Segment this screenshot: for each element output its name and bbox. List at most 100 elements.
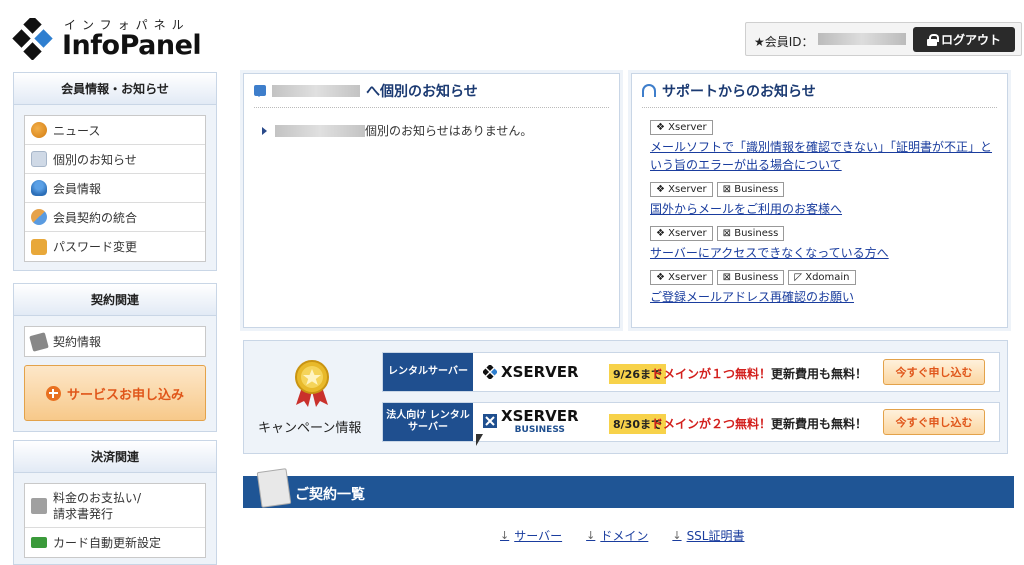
logo-name: InfoPanel	[62, 30, 202, 61]
brand-wrapper: XSERVER BUSINESS	[501, 407, 579, 435]
brand-name: XSERVER	[501, 363, 579, 381]
member-name-redacted	[272, 84, 360, 97]
campaign-panel: キャンペーン情報 レンタルサーバー XSERVER 9/26まで ドメインが１つ…	[243, 340, 1008, 454]
campaign-promo: ドメインが１つ無料！更新費用も無料！	[651, 365, 867, 382]
support-item: ❖ Xserver ⊠ Business ◸ Xdomain ご登録メールアドレ…	[650, 270, 1007, 306]
payment-label-line1: 料金のお支払い/	[53, 490, 142, 505]
member-id-box: ★会員ID： ログアウト	[745, 22, 1022, 56]
sidebar-item-label: カード自動更新設定	[53, 536, 162, 550]
support-link[interactable]: 国外からメールをご利用のお客様へ	[650, 200, 1000, 218]
payment-icon	[31, 497, 47, 514]
sidebar-item-payment[interactable]: 料金のお支払い/ 請求書発行	[25, 484, 205, 528]
service-apply-label: サービスお申し込み	[66, 387, 184, 403]
tag-xserver: ❖ Xserver	[650, 270, 713, 285]
contract-list-header: ご契約一覧	[243, 468, 1014, 508]
headset-icon	[642, 84, 656, 97]
sidebar-list: 料金のお支払い/ 請求書発行 カード自動更新設定	[24, 483, 206, 558]
brand-name: XSERVER	[501, 407, 579, 425]
logo-diamond-icon	[12, 18, 53, 60]
logout-label: ログアウト	[940, 33, 1001, 47]
sidebar-item-label: パスワード変更	[53, 240, 138, 254]
chat-icon	[254, 85, 266, 97]
service-apply-button[interactable]: サービスお申し込み	[24, 365, 206, 421]
sidebar-section-title: 決済関連	[14, 441, 216, 473]
personal-notice-title: へ個別のお知らせ	[254, 74, 609, 108]
arrow-down-icon: ↓	[500, 529, 510, 542]
jump-link-domain[interactable]: ↓ ドメイン	[586, 527, 648, 544]
sidebar-member-section: 会員情報・お知らせ ニュース 個別のお知らせ 会員情報 会員契約の統合 パスワー…	[13, 72, 217, 271]
arrow-down-icon: ↓	[672, 529, 682, 542]
brand-subname: BUSINESS	[514, 425, 565, 435]
sidebar-section-title: 契約関連	[14, 284, 216, 316]
sidebar-item-password-change[interactable]: パスワード変更	[25, 232, 205, 261]
campaign-row: レンタルサーバー XSERVER 9/26まで ドメインが１つ無料！更新費用も無…	[382, 352, 1000, 392]
sidebar-item-personal-notice[interactable]: 個別のお知らせ	[25, 145, 205, 174]
member-icon	[31, 180, 47, 196]
mouse-cursor-icon	[476, 434, 483, 446]
infopanel-logo[interactable]: インフォパネル InfoPanel	[12, 14, 202, 64]
logout-button[interactable]: ログアウト	[913, 27, 1015, 52]
sidebar-item-label: ニュース	[53, 123, 101, 138]
sidebar-item-news[interactable]: ニュース	[25, 116, 205, 145]
tag-xserver: ❖ Xserver	[650, 182, 713, 197]
personal-notice-title-text: へ個別のお知らせ	[366, 83, 478, 100]
merge-icon	[31, 209, 47, 225]
promo-highlight: ドメインが１つ無料！	[651, 367, 772, 381]
news-icon	[31, 122, 47, 138]
support-notice-title: サポートからのお知らせ	[642, 74, 997, 108]
sidebar-item-member-info[interactable]: 会員情報	[25, 174, 205, 203]
support-tags: ❖ Xserver ⊠ Business	[650, 226, 1007, 241]
sidebar-item-label: 契約情報	[53, 335, 102, 349]
jump-link-server[interactable]: ↓ サーバー	[500, 527, 562, 544]
support-link[interactable]: メールソフトで「識別情報を確認できない」「証明書が不正」という旨のエラーが出る場…	[650, 138, 1000, 174]
sidebar-section-title: 会員情報・お知らせ	[14, 73, 216, 105]
sidebar-item-label: 料金のお支払い/ 請求書発行	[53, 490, 141, 522]
support-notice-panel: サポートからのお知らせ ❖ Xserver メールソフトで「識別情報を確認できな…	[631, 73, 1008, 328]
sidebar-item-contract-info[interactable]: 契約情報	[25, 327, 205, 356]
sidebar-payment-section: 決済関連 料金のお支払い/ 請求書発行 カード自動更新設定	[13, 440, 217, 565]
lock-icon	[31, 238, 47, 255]
sidebar-list: 契約情報	[24, 326, 206, 357]
arrow-down-icon: ↓	[586, 529, 596, 542]
campaign-apply-button[interactable]: 今すぐ申し込む	[883, 359, 985, 385]
jump-link-ssl[interactable]: ↓ SSL証明書	[672, 527, 744, 544]
medal-icon	[295, 360, 329, 407]
plus-circle-icon	[45, 385, 61, 401]
sidebar-contract-section: 契約関連 契約情報 サービスお申し込み	[13, 283, 217, 432]
member-id-label: ★会員ID：	[754, 35, 814, 49]
xserver-business-brand: XSERVER BUSINESS	[483, 407, 579, 435]
support-tags: ❖ Xserver ⊠ Business ◸ Xdomain	[650, 270, 1007, 285]
sidebar-item-label: 会員情報	[53, 181, 102, 196]
promo-text: 更新費用も無料！	[771, 367, 868, 381]
sidebar-item-card-auto-renew[interactable]: カード自動更新設定	[25, 528, 205, 557]
xserver-brand: XSERVER	[483, 363, 579, 381]
support-link[interactable]: サーバーにアクセスできなくなっている方へ	[650, 244, 1000, 262]
tag-business: ⊠ Business	[716, 270, 785, 285]
support-tags: ❖ Xserver ⊠ Business	[650, 182, 1007, 197]
support-item: ❖ Xserver ⊠ Business 国外からメールをご利用のお客様へ	[650, 182, 1007, 218]
campaign-apply-button[interactable]: 今すぐ申し込む	[883, 409, 985, 435]
member-name-redacted	[275, 124, 365, 137]
sidebar-list: ニュース 個別のお知らせ 会員情報 会員契約の統合 パスワード変更	[24, 115, 206, 262]
contract-jump-links: ↓ サーバー ↓ ドメイン ↓ SSL証明書	[500, 527, 744, 544]
campaign-row: 法人向け レンタルサーバー XSERVER BUSINESS 8/30まで ドメ…	[382, 402, 1000, 442]
promo-text: 更新費用も無料！	[771, 417, 868, 431]
xserver-logo-icon	[483, 365, 497, 379]
sidebar-item-merge-contract[interactable]: 会員契約の統合	[25, 203, 205, 232]
lock-icon	[926, 33, 939, 46]
sidebar-item-label: 個別のお知らせ	[53, 152, 137, 167]
support-link[interactable]: ご登録メールアドレス再確認のお願い	[650, 288, 1000, 306]
tag-business: ⊠ Business	[716, 182, 785, 197]
support-item: ❖ Xserver ⊠ Business サーバーにアクセスできなくなっている方…	[650, 226, 1007, 262]
sidebar-item-label: 会員契約の統合	[53, 210, 138, 225]
campaign-category: レンタルサーバー	[383, 353, 473, 391]
personal-notice-message: 個別のお知らせはありません。	[262, 122, 619, 139]
contract-icon	[29, 331, 49, 352]
campaign-label: キャンペーン情報	[258, 421, 362, 436]
personal-notice-message-text: 個別のお知らせはありません。	[365, 124, 533, 138]
member-id-value-redacted	[818, 33, 906, 45]
contract-list-title: ご契約一覧	[295, 487, 365, 503]
payment-label-line2: 請求書発行	[53, 506, 114, 521]
tag-xserver: ❖ Xserver	[650, 120, 713, 135]
card-icon	[31, 537, 47, 548]
